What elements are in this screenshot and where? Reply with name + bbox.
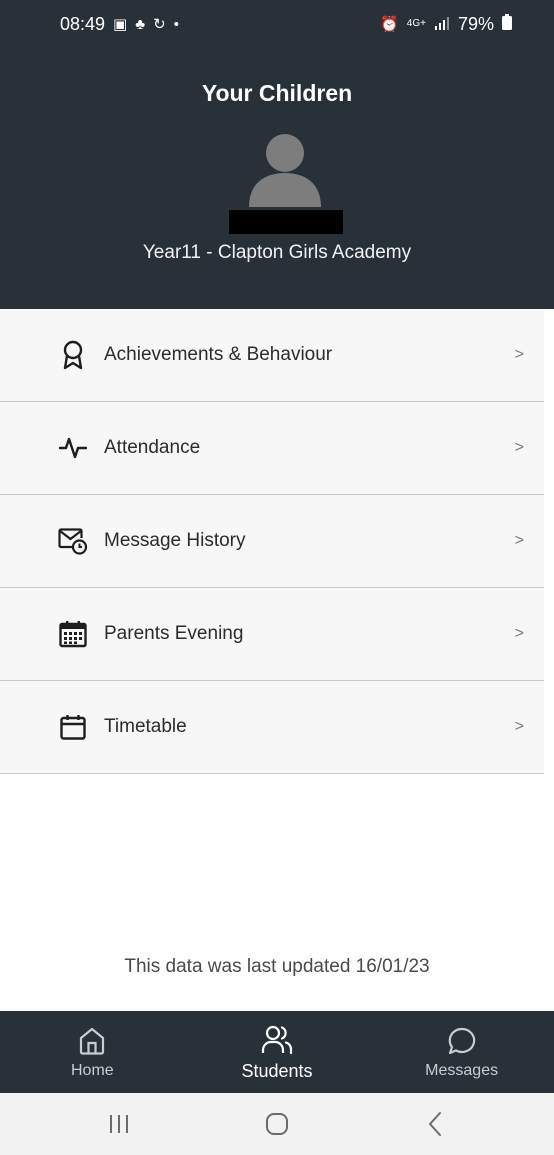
status-left: 08:49 ▣ ♣ ↻ • <box>60 14 179 35</box>
gallery-notification-icon: ▣ <box>113 15 128 33</box>
nav-home[interactable]: Home <box>32 1024 152 1080</box>
nav-label: Students <box>241 1060 313 1081</box>
chevron-right-icon: > <box>514 718 524 735</box>
chevron-right-icon: > <box>514 532 524 549</box>
chat-bubble-icon <box>448 1024 476 1058</box>
back-system-button[interactable] <box>405 1104 465 1144</box>
sync-icon: ↻ <box>153 15 166 33</box>
network-type: 4G+ <box>406 18 426 29</box>
home-icon <box>79 1024 105 1058</box>
menu-item-timetable[interactable]: Timetable > <box>0 681 544 774</box>
menu-item-attendance[interactable]: Attendance > <box>0 402 544 495</box>
last-updated-note: This data was last updated 16/01/23 <box>124 956 430 977</box>
signal-icon <box>434 16 450 33</box>
mail-clock-icon <box>58 526 88 556</box>
student-menu: Achievements & Behaviour > Attendance > … <box>0 309 544 774</box>
dot-icon: • <box>173 15 179 33</box>
nav-students[interactable]: Students <box>217 1023 337 1082</box>
menu-item-label: Parents Evening <box>104 623 244 644</box>
menu-item-label: Achievements & Behaviour <box>104 344 333 365</box>
battery-percent: 79% <box>457 13 494 34</box>
menu-item-achievements[interactable]: Achievements & Behaviour > <box>0 309 544 402</box>
nav-label: Home <box>70 1062 114 1079</box>
menu-item-label: Timetable <box>104 716 187 737</box>
home-system-button[interactable] <box>247 1104 307 1144</box>
menu-item-message-history[interactable]: Message History > <box>0 495 544 588</box>
back-chevron-icon <box>429 1112 441 1136</box>
calendar-grid-icon <box>58 619 88 649</box>
app-notification-icon: ♣ <box>135 15 146 33</box>
system-nav-bar <box>0 1093 554 1155</box>
status-time: 08:49 <box>60 13 106 34</box>
student-year-school: Year11 - Clapton Girls Academy <box>142 242 412 263</box>
users-icon <box>261 1023 293 1057</box>
nav-label: Messages <box>425 1062 499 1079</box>
home-circle-icon <box>266 1113 288 1135</box>
children-header: Your Children Year11 - Clapton Girls Aca… <box>0 48 554 309</box>
award-ribbon-icon <box>58 340 88 370</box>
chevron-right-icon: > <box>514 625 524 642</box>
avatar <box>247 133 323 207</box>
battery-icon <box>502 13 512 35</box>
alarm-icon: ⏰ <box>380 15 399 33</box>
activity-pulse-icon <box>58 433 88 463</box>
status-bar: 08:49 ▣ ♣ ↻ • ⏰ 4G+ 79% <box>0 0 554 48</box>
menu-item-label: Message History <box>104 530 246 551</box>
recent-apps-icon <box>110 1115 128 1133</box>
bottom-nav: Home Students Messages <box>0 1011 554 1093</box>
calendar-icon <box>58 712 88 742</box>
page-title: Your Children <box>201 80 353 106</box>
redacted-student-name <box>229 210 343 234</box>
chevron-right-icon: > <box>514 346 524 363</box>
status-right: ⏰ 4G+ 79% <box>380 13 512 35</box>
user-silhouette-icon <box>249 134 321 207</box>
menu-item-parents-evening[interactable]: Parents Evening > <box>0 588 544 681</box>
chevron-right-icon: > <box>514 439 524 456</box>
nav-messages[interactable]: Messages <box>402 1024 522 1080</box>
menu-item-label: Attendance <box>104 437 201 458</box>
recent-apps-button[interactable] <box>89 1104 149 1144</box>
